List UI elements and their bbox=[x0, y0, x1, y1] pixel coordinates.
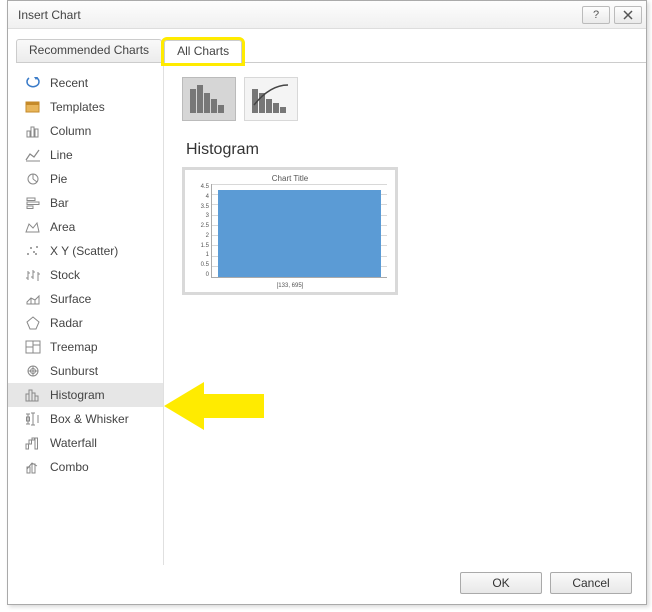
tab-all-charts[interactable]: All Charts bbox=[164, 40, 242, 63]
chart-subtype-panel: Histogram Chart Title 4.5 4 3.5 3 2.5 2 … bbox=[164, 63, 646, 565]
category-stock[interactable]: Stock bbox=[8, 263, 163, 287]
column-icon bbox=[24, 123, 42, 139]
chart-category-list: Recent Templates Column Line Pie Bar bbox=[8, 63, 164, 565]
category-label: Stock bbox=[50, 268, 80, 282]
category-label: Surface bbox=[50, 292, 91, 306]
category-templates[interactable]: Templates bbox=[8, 95, 163, 119]
pie-icon bbox=[24, 171, 42, 187]
radar-icon bbox=[24, 315, 42, 331]
category-box-whisker[interactable]: Box & Whisker bbox=[8, 407, 163, 431]
category-scatter[interactable]: X Y (Scatter) bbox=[8, 239, 163, 263]
category-label: Histogram bbox=[50, 388, 105, 402]
category-radar[interactable]: Radar bbox=[8, 311, 163, 335]
insert-chart-dialog: Insert Chart ? Recommended Charts All Ch… bbox=[7, 0, 647, 605]
section-title: Histogram bbox=[186, 141, 646, 159]
category-label: X Y (Scatter) bbox=[50, 244, 118, 258]
category-combo[interactable]: Combo bbox=[8, 455, 163, 479]
category-label: Treemap bbox=[50, 340, 98, 354]
histogram-icon bbox=[24, 387, 42, 403]
preview-plot-area bbox=[211, 184, 387, 278]
category-label: Pie bbox=[50, 172, 67, 186]
category-area[interactable]: Area bbox=[8, 215, 163, 239]
sunburst-icon bbox=[24, 363, 42, 379]
dialog-title: Insert Chart bbox=[18, 8, 578, 22]
category-recent[interactable]: Recent bbox=[8, 71, 163, 95]
waterfall-icon bbox=[24, 435, 42, 451]
ok-button[interactable]: OK bbox=[460, 572, 542, 594]
chart-preview[interactable]: Chart Title 4.5 4 3.5 3 2.5 2 1.5 1 0.5 … bbox=[182, 167, 398, 295]
line-icon bbox=[24, 147, 42, 163]
help-button[interactable]: ? bbox=[582, 6, 610, 24]
tab-strip: Recommended Charts All Charts bbox=[16, 39, 646, 63]
scatter-icon bbox=[24, 243, 42, 259]
titlebar: Insert Chart ? bbox=[8, 1, 646, 29]
category-label: Combo bbox=[50, 460, 89, 474]
category-label: Column bbox=[50, 124, 91, 138]
subtype-histogram[interactable] bbox=[182, 77, 236, 121]
category-label: Recent bbox=[50, 76, 88, 90]
category-label: Line bbox=[50, 148, 73, 162]
category-label: Templates bbox=[50, 100, 105, 114]
category-label: Bar bbox=[50, 196, 69, 210]
category-line[interactable]: Line bbox=[8, 143, 163, 167]
category-pie[interactable]: Pie bbox=[8, 167, 163, 191]
category-label: Area bbox=[50, 220, 75, 234]
category-histogram[interactable]: Histogram bbox=[8, 383, 163, 407]
category-label: Radar bbox=[50, 316, 83, 330]
category-bar[interactable]: Bar bbox=[8, 191, 163, 215]
subtype-pareto[interactable] bbox=[244, 77, 298, 121]
preview-title: Chart Title bbox=[185, 174, 395, 183]
box-whisker-icon bbox=[24, 411, 42, 427]
area-icon bbox=[24, 219, 42, 235]
combo-icon bbox=[24, 459, 42, 475]
preview-y-axis: 4.5 4 3.5 3 2.5 2 1.5 1 0.5 0 bbox=[191, 184, 209, 278]
category-label: Box & Whisker bbox=[50, 412, 129, 426]
bar-icon bbox=[24, 195, 42, 211]
category-column[interactable]: Column bbox=[8, 119, 163, 143]
dialog-footer: OK Cancel bbox=[460, 572, 632, 594]
treemap-icon bbox=[24, 339, 42, 355]
tab-recommended[interactable]: Recommended Charts bbox=[16, 39, 162, 62]
category-waterfall[interactable]: Waterfall bbox=[8, 431, 163, 455]
recent-icon bbox=[24, 75, 42, 91]
preview-bar bbox=[218, 190, 381, 277]
category-label: Waterfall bbox=[50, 436, 97, 450]
stock-icon bbox=[24, 267, 42, 283]
cancel-button[interactable]: Cancel bbox=[550, 572, 632, 594]
category-label: Sunburst bbox=[50, 364, 98, 378]
surface-icon bbox=[24, 291, 42, 307]
templates-icon bbox=[24, 99, 42, 115]
category-treemap[interactable]: Treemap bbox=[8, 335, 163, 359]
category-sunburst[interactable]: Sunburst bbox=[8, 359, 163, 383]
preview-x-label: [133, 695] bbox=[185, 283, 395, 289]
close-button[interactable] bbox=[614, 6, 642, 24]
category-surface[interactable]: Surface bbox=[8, 287, 163, 311]
